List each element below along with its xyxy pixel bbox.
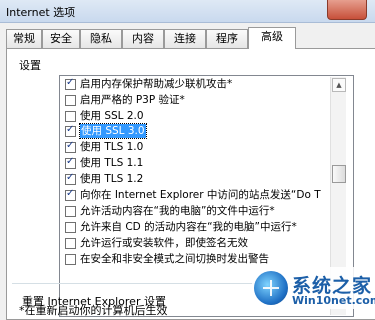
list-item-label: 使用 TLS 1.2 [80,173,144,185]
list-item-label: 使用 TLS 1.0 [80,141,144,153]
list-item-label: 使用 TLS 1.1 [80,157,144,169]
list-item-selected[interactable]: 使用 SSL 3.0 [60,123,353,139]
tab-advanced[interactable]: 高级 [248,27,296,49]
list-item[interactable]: 允许来自 CD 的活动内容在“我的电脑”中运行* [60,220,353,235]
list-item-label: 允许来自 CD 的活动内容在“我的电脑”中运行* [80,221,297,233]
list-item-label: 向你在 Internet Explorer 中访问的站点发送“Do T [80,189,321,201]
list-item-label: 使用 SSL 3.0 [79,123,147,139]
checkbox[interactable] [65,77,76,90]
list-item-label: 使用 SSL 2.0 [80,110,144,122]
list-item[interactable]: 在安全和非安全模式之间切换时发出警告 [60,252,353,267]
list-item-label: 启用严格的 P3P 验证* [80,94,185,106]
tab-connections[interactable]: 连接 [164,29,206,48]
checkbox[interactable] [65,238,76,249]
list-item[interactable]: 允许运行或安装软件，即使签名无效 [60,236,353,251]
checkbox[interactable] [65,156,76,169]
list-item[interactable]: 使用 TLS 1.0 [60,140,353,155]
list-item[interactable]: 启用内存保护帮助减少联机攻击* [60,77,353,92]
tab-privacy[interactable]: 隐私 [80,29,122,48]
list-item-label: 在安全和非安全模式之间切换时发出警告 [80,253,269,265]
reset-group-title: 重置 Internet Explorer 设置 [22,295,166,308]
close-button[interactable] [327,0,367,20]
list-item-label: 启用内存保护帮助减少联机攻击* [80,78,233,90]
list-item[interactable]: 使用 TLS 1.1 [60,156,353,171]
tab-general[interactable]: 常规 [6,29,42,48]
scroll-up-icon[interactable]: ▲ [332,78,346,92]
list-item-label: 允许运行或安装软件，即使签名无效 [80,237,248,249]
tab-security[interactable]: 安全 [42,29,80,48]
list-item-label: 允许活动内容在“我的电脑”的文件中运行* [80,205,275,217]
checkbox[interactable] [65,206,76,217]
list-item[interactable]: 使用 SSL 2.0 [60,109,353,124]
tab-content[interactable]: 内容 [122,29,164,48]
watermark-url: Win10net.com [292,294,375,307]
list-item[interactable]: 允许活动内容在“我的电脑”的文件中运行* [60,204,353,219]
list-item[interactable]: 启用严格的 P3P 验证* [60,93,353,108]
watermark: 系统之家 Win10net.com [252,267,375,309]
checkbox[interactable] [65,140,76,153]
list-item[interactable]: 使用 TLS 1.2 [60,172,353,187]
checkbox[interactable] [65,254,76,265]
win10net-logo-icon [254,271,288,305]
window-title: Internet 选项 [6,6,76,19]
checkbox[interactable] [65,222,76,233]
scroll-thumb[interactable] [332,165,346,183]
title-bar: Internet 选项 [0,0,375,23]
checkbox[interactable] [65,111,76,122]
checkbox[interactable] [65,124,76,137]
checkbox[interactable] [65,172,76,185]
list-item[interactable]: 向你在 Internet Explorer 中访问的站点发送“Do T [60,188,353,203]
tab-programs[interactable]: 程序 [206,29,248,48]
settings-label: 设置 [19,59,41,72]
checkbox[interactable] [65,95,76,106]
checkbox[interactable] [65,188,76,201]
